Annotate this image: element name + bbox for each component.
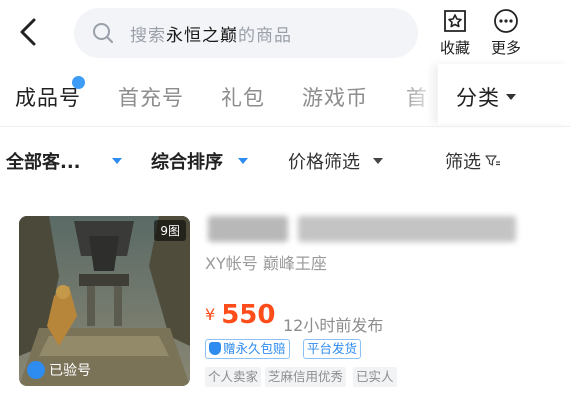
person-icon (27, 361, 45, 379)
divider (0, 126, 571, 127)
more-button[interactable]: 更多 (485, 8, 527, 60)
more-label: 更多 (490, 39, 521, 57)
filter-icon (485, 155, 500, 166)
search-placeholder-prefix: 搜索 (130, 26, 166, 46)
back-icon[interactable] (14, 16, 44, 48)
search-icon (93, 23, 114, 44)
price-amount: 550 (221, 300, 276, 330)
credit-tag: 芝麻信用优秀 (265, 367, 347, 387)
verified-label: 已验号 (49, 363, 91, 379)
filter-button[interactable]: 筛选 (445, 148, 481, 174)
client-filter[interactable]: 全部客... (6, 148, 81, 174)
listing-title-redacted (208, 216, 288, 242)
listing-price: ¥550 (205, 300, 275, 330)
tab-game-currency[interactable]: 游戏币 (302, 82, 368, 112)
search-placeholder-suffix: 的商品 (238, 26, 292, 46)
top-bar: 搜索永恒之巅的商品 收藏 更多 (0, 0, 571, 64)
compensation-label: 赠永久包赔 (223, 341, 286, 356)
shield-icon (209, 342, 221, 355)
tab-finished-account[interactable]: 成品号 (15, 82, 81, 112)
category-dropdown[interactable]: 分类 (438, 64, 571, 124)
search-bar[interactable]: 搜索永恒之巅的商品 (74, 8, 418, 58)
listing-thumbnail[interactable]: 9图 已验号 (19, 216, 190, 386)
favorite-label: 收藏 (439, 39, 470, 57)
seller-type-tag: 个人卖家 (205, 367, 262, 387)
tab-badge-dot (72, 76, 85, 89)
posted-time: 12小时前发布 (283, 316, 384, 335)
price-filter[interactable]: 价格筛选 (288, 148, 360, 174)
search-keyword: 永恒之巅 (166, 26, 238, 46)
search-placeholder: 搜索永恒之巅的商品 (130, 21, 292, 46)
category-tabs: 成品号 首充号 礼包 游戏币 首 分类 (0, 64, 571, 124)
favorite-icon (444, 10, 466, 32)
sort-filter[interactable]: 综合排序 (151, 148, 223, 174)
category-label: 分类 (456, 86, 500, 110)
real-name-tag: 已实人 (353, 367, 397, 387)
sort-dropdown-icon (238, 158, 248, 164)
platform-delivery-tag: 平台发货 (303, 339, 362, 359)
listing-subtitle: XY帐号 巅峰王座 (205, 254, 327, 273)
filter-bar: 全部客... 综合排序 价格筛选 筛选 (0, 128, 571, 188)
compensation-tag: 赠永久包赔 (205, 339, 290, 359)
image-count-badge: 9图 (154, 220, 186, 241)
favorite-button[interactable]: 收藏 (434, 8, 476, 60)
verified-badge: 已验号 (27, 360, 91, 380)
tab-gift-pack[interactable]: 礼包 (221, 82, 265, 112)
price-dropdown-icon (373, 158, 383, 164)
client-dropdown-icon (112, 158, 122, 164)
chevron-down-icon (506, 94, 516, 100)
tab-first-recharge[interactable]: 首充号 (118, 82, 184, 112)
listing-title-redacted-2 (298, 216, 516, 242)
currency-symbol: ¥ (205, 305, 216, 324)
more-icon (494, 9, 518, 33)
